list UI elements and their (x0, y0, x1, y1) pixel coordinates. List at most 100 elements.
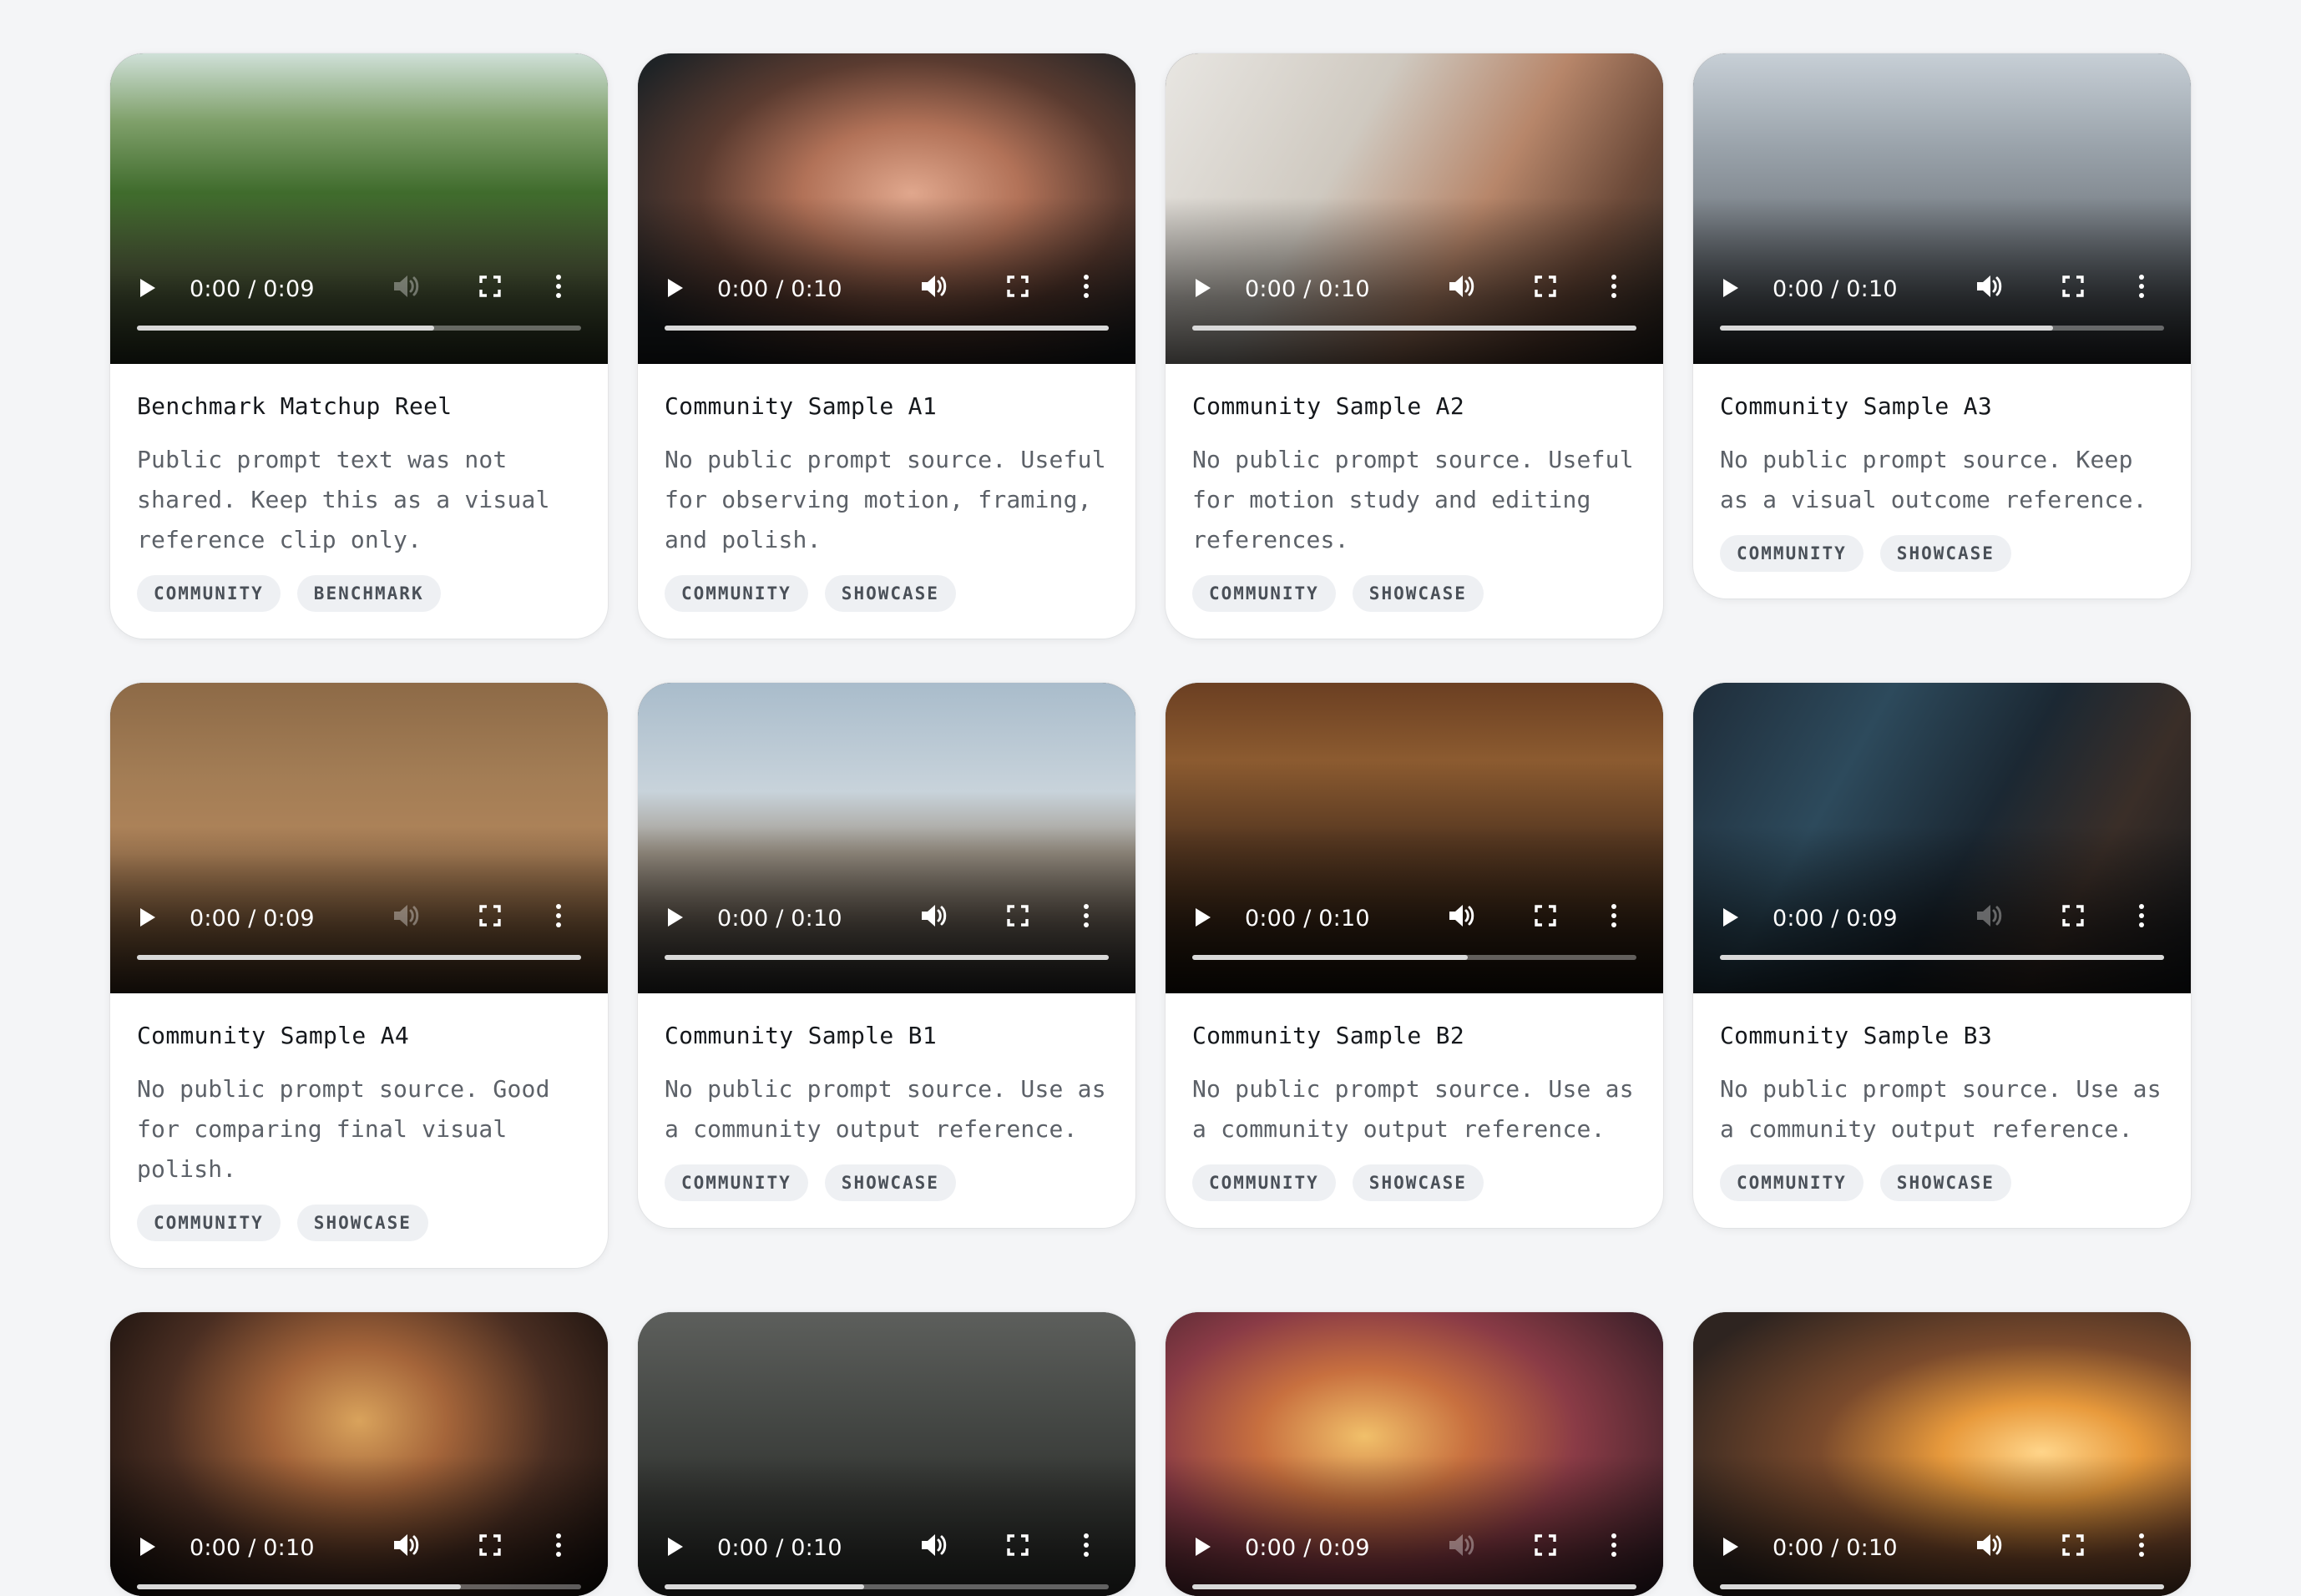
video-progress-track[interactable] (137, 955, 581, 960)
tag-badge[interactable]: COMMUNITY (1720, 1164, 1864, 1201)
fullscreen-icon[interactable] (1007, 275, 1029, 297)
volume-icon[interactable] (1448, 903, 1476, 928)
tag-badge[interactable]: COMMUNITY (1192, 575, 1336, 612)
more-options-icon[interactable] (556, 1533, 561, 1558)
video-player[interactable]: 0:00 / 0:10 (1166, 683, 1663, 993)
play-icon[interactable] (1196, 1538, 1211, 1556)
more-options-icon[interactable] (1084, 1533, 1089, 1558)
video-controls: 0:00 / 0:09 (1166, 1523, 1663, 1596)
tag-badge[interactable]: COMMUNITY (137, 1205, 281, 1241)
tag-badge[interactable]: COMMUNITY (665, 1164, 808, 1201)
video-progress-fill (665, 955, 1109, 960)
volume-icon[interactable] (1448, 1533, 1476, 1558)
video-time: 0:00 / 0:10 (1773, 276, 1898, 302)
tag-badge[interactable]: SHOWCASE (824, 1164, 956, 1201)
fullscreen-icon[interactable] (2062, 1534, 2084, 1556)
video-time: 0:00 / 0:10 (717, 906, 842, 932)
video-player[interactable]: 0:00 / 0:10 (638, 53, 1135, 364)
video-player[interactable]: 0:00 / 0:10 (1693, 53, 2191, 364)
play-icon[interactable] (1723, 908, 1738, 927)
video-time: 0:00 / 0:09 (190, 906, 315, 932)
card-description: No public prompt source. Use as a commun… (1720, 1075, 2162, 1143)
tag-badge[interactable]: COMMUNITY (137, 575, 281, 612)
tag-badge[interactable]: SHOWCASE (1879, 1164, 2011, 1201)
volume-icon[interactable] (392, 274, 421, 299)
fullscreen-icon[interactable] (1535, 1534, 1556, 1556)
more-options-icon[interactable] (2139, 903, 2144, 928)
video-player[interactable]: 0:00 / 0:10 (638, 1312, 1135, 1596)
more-options-icon[interactable] (556, 903, 561, 928)
video-player[interactable]: 0:00 / 0:09 (1693, 683, 2191, 993)
video-progress-track[interactable] (1192, 955, 1636, 960)
video-progress-track[interactable] (1720, 955, 2164, 960)
fullscreen-icon[interactable] (1007, 1534, 1029, 1556)
video-progress-track[interactable] (665, 326, 1109, 331)
video-card: 0:00 / 0:10 Community Sample B2 No public … (1166, 683, 1663, 1228)
video-controls: 0:00 / 0:10 (110, 1523, 608, 1596)
video-player[interactable]: 0:00 / 0:10 (1166, 53, 1663, 364)
play-icon[interactable] (1196, 279, 1211, 297)
video-progress-track[interactable] (137, 326, 581, 331)
video-player[interactable]: 0:00 / 0:10 (638, 683, 1135, 993)
volume-icon[interactable] (1975, 1533, 2004, 1558)
volume-icon[interactable] (1975, 274, 2004, 299)
video-progress-track[interactable] (665, 955, 1109, 960)
play-icon[interactable] (140, 908, 155, 927)
more-options-icon[interactable] (1611, 274, 1616, 299)
play-icon[interactable] (1196, 908, 1211, 927)
play-icon[interactable] (140, 279, 155, 297)
more-options-icon[interactable] (556, 274, 561, 299)
tag-badge[interactable]: BENCHMARK (296, 575, 441, 612)
volume-icon[interactable] (920, 1533, 948, 1558)
tag-badge[interactable]: SHOWCASE (824, 575, 956, 612)
fullscreen-icon[interactable] (2062, 905, 2084, 927)
video-player[interactable]: 0:00 / 0:09 (110, 683, 608, 993)
video-progress-track[interactable] (1192, 1584, 1636, 1589)
more-options-icon[interactable] (2139, 1533, 2144, 1558)
video-progress-track[interactable] (1192, 326, 1636, 331)
video-card: 0:00 / 0:10 Community Sample A3 No public … (1693, 53, 2191, 598)
video-card: 0:00 / 0:10 (638, 1312, 1135, 1596)
video-progress-track[interactable] (665, 1584, 1109, 1589)
tag-badge[interactable]: COMMUNITY (1720, 535, 1864, 572)
fullscreen-icon[interactable] (1535, 275, 1556, 297)
more-options-icon[interactable] (1611, 1533, 1616, 1558)
more-options-icon[interactable] (1611, 903, 1616, 928)
play-icon[interactable] (668, 908, 683, 927)
play-icon[interactable] (1723, 1538, 1738, 1556)
video-progress-track[interactable] (1720, 1584, 2164, 1589)
volume-icon[interactable] (1448, 274, 1476, 299)
volume-icon[interactable] (392, 903, 421, 928)
tag-badge[interactable]: SHOWCASE (296, 1205, 428, 1241)
video-player[interactable]: 0:00 / 0:10 (1693, 1312, 2191, 1596)
volume-icon[interactable] (1975, 903, 2004, 928)
video-player[interactable]: 0:00 / 0:09 (1166, 1312, 1663, 1596)
volume-icon[interactable] (920, 274, 948, 299)
video-progress-track[interactable] (137, 1584, 581, 1589)
fullscreen-icon[interactable] (1535, 905, 1556, 927)
volume-icon[interactable] (920, 903, 948, 928)
play-icon[interactable] (1723, 279, 1738, 297)
tag-badge[interactable]: SHOWCASE (1352, 1164, 1484, 1201)
card-title: Community Sample A3 (1720, 392, 1992, 420)
play-icon[interactable] (668, 1538, 683, 1556)
card-description: No public prompt source. Useful for moti… (1192, 446, 1634, 553)
more-options-icon[interactable] (2139, 274, 2144, 299)
video-player[interactable]: 0:00 / 0:10 (110, 1312, 608, 1596)
video-progress-track[interactable] (1720, 326, 2164, 331)
tag-badge[interactable]: SHOWCASE (1352, 575, 1484, 612)
play-icon[interactable] (140, 1538, 155, 1556)
fullscreen-icon[interactable] (479, 905, 501, 927)
fullscreen-icon[interactable] (479, 1534, 501, 1556)
tag-badge[interactable]: COMMUNITY (1192, 1164, 1336, 1201)
volume-icon[interactable] (392, 1533, 421, 1558)
fullscreen-icon[interactable] (2062, 275, 2084, 297)
more-options-icon[interactable] (1084, 274, 1089, 299)
fullscreen-icon[interactable] (479, 275, 501, 297)
more-options-icon[interactable] (1084, 903, 1089, 928)
fullscreen-icon[interactable] (1007, 905, 1029, 927)
tag-badge[interactable]: SHOWCASE (1879, 535, 2011, 572)
tag-badge[interactable]: COMMUNITY (665, 575, 808, 612)
play-icon[interactable] (668, 279, 683, 297)
video-player[interactable]: 0:00 / 0:09 (110, 53, 608, 364)
